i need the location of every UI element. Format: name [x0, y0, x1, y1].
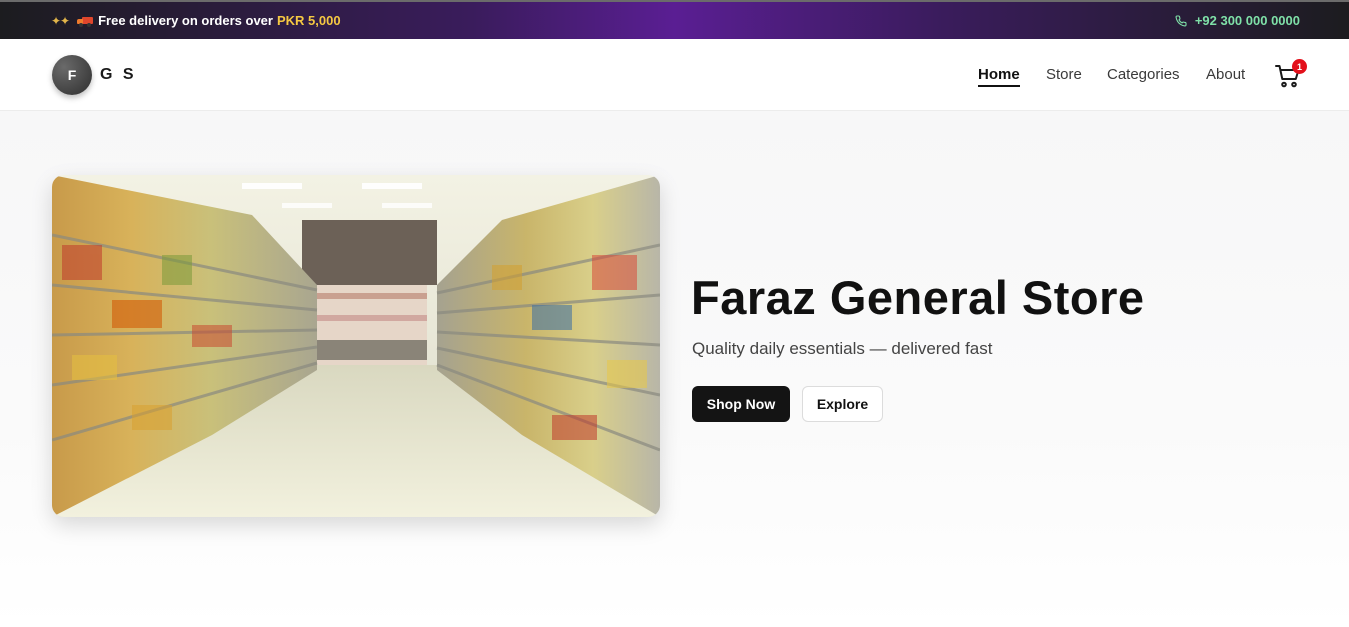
hero-title: Faraz General Store: [691, 271, 1145, 324]
logo-letter: F: [67, 67, 77, 83]
phone-number: +92 300 000 0000: [1194, 13, 1300, 28]
nav-about[interactable]: About: [1206, 66, 1245, 83]
promo-message: ✦✦ Free delivery on orders over PKR 5,00…: [51, 13, 341, 28]
truck-icon: [77, 16, 94, 27]
promo-amount: PKR 5,000: [276, 13, 341, 28]
cart-count-badge: 1: [1292, 59, 1307, 74]
phone-icon: [1175, 14, 1187, 26]
brand-name[interactable]: G S: [100, 66, 137, 84]
site-header: F G S Home Store Categories About 1: [0, 39, 1349, 111]
phone-link[interactable]: +92 300 000 0000: [1175, 13, 1300, 28]
hero-image: [52, 175, 660, 517]
explore-button[interactable]: Explore: [802, 386, 883, 422]
nav-store[interactable]: Store: [1046, 66, 1082, 83]
hero-subtitle: Quality daily essentials — delivered fas…: [692, 339, 993, 358]
logo-badge[interactable]: F: [52, 55, 92, 95]
promo-text: Free delivery on orders over: [98, 13, 273, 28]
nav-categories[interactable]: Categories: [1107, 66, 1180, 83]
shop-now-button[interactable]: Shop Now: [692, 386, 790, 422]
hero-section: Faraz General Store Quality daily essent…: [0, 111, 1349, 627]
nav-home[interactable]: Home: [978, 66, 1020, 87]
sparkle-icon: ✦✦: [51, 13, 70, 28]
promo-bar: ✦✦ Free delivery on orders over PKR 5,00…: [0, 0, 1349, 39]
